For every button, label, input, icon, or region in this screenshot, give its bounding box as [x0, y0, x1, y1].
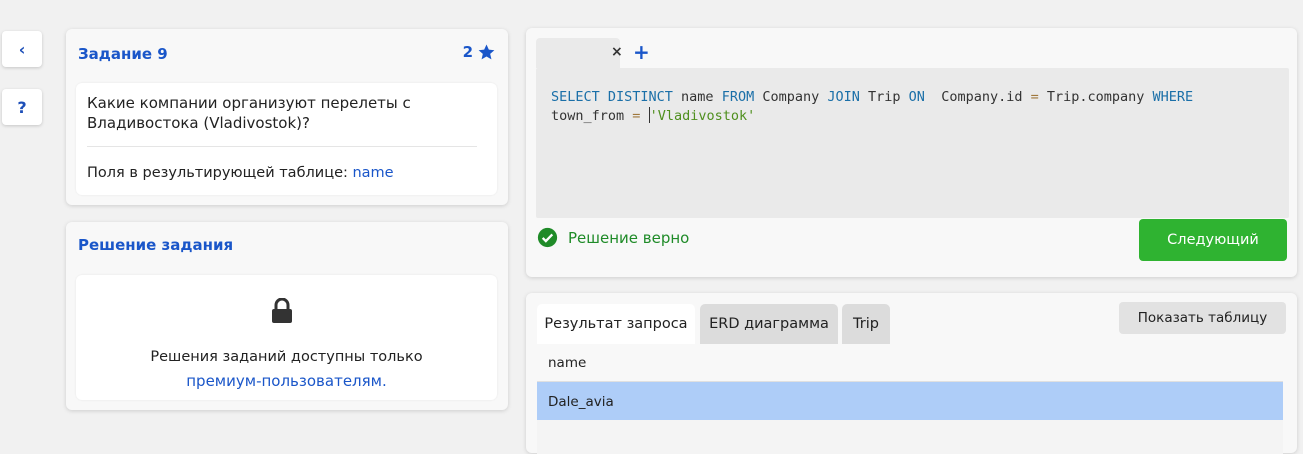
next-button[interactable]: Следующий [1139, 219, 1287, 261]
code-token: WHERE [1152, 89, 1194, 105]
result-fields: Поля в результирующей таблице: name [87, 165, 394, 181]
solution-title: Решение задания [78, 236, 234, 254]
code-token: JOIN [827, 89, 860, 105]
rating-value: 2 [462, 43, 473, 61]
code-token: FROM [721, 89, 755, 105]
result-table: name Dale_avia [537, 344, 1283, 454]
chevron-left-icon: ‹ [18, 39, 26, 59]
editor-tab[interactable]: × [536, 38, 623, 68]
code-token: = [1030, 89, 1039, 105]
code-token: Trip.company [1038, 89, 1153, 105]
premium-link[interactable]: премиум-пользователям. [76, 369, 497, 393]
tab-erd-diagram[interactable]: ERD диаграмма [700, 304, 838, 344]
sql-editor[interactable]: SELECT DISTINCT name FROM Company JOIN T… [536, 68, 1289, 218]
editor-card: × + SELECT DISTINCT name FROM Company JO… [526, 28, 1297, 277]
solution-status: Решение верно [537, 227, 689, 248]
task-card: Задание 9 2 Какие компании организуют пе… [66, 29, 508, 205]
fields-value: name [352, 165, 394, 181]
star-icon [478, 44, 495, 60]
show-table-button[interactable]: Показать таблицу [1119, 302, 1286, 334]
task-question-box: Какие компании организуют перелеты с Вла… [76, 83, 497, 195]
results-card: Результат запроса ERD диаграмма Trip Пок… [526, 293, 1297, 454]
locked-solution-box: Решения заданий доступны только премиум-… [76, 275, 497, 400]
table-row[interactable]: Dale_avia [537, 382, 1283, 420]
status-text: Решение верно [568, 228, 690, 247]
back-button[interactable]: ‹ [2, 31, 42, 67]
table-header: name [537, 344, 1283, 382]
table-cell: Dale_avia [548, 394, 614, 410]
code-token: Company.id [924, 89, 1031, 105]
tab-trip[interactable]: Trip [842, 304, 890, 344]
fields-label: Поля в результирующей таблице: [87, 165, 348, 181]
question-icon: ? [17, 97, 27, 117]
tab-query-result[interactable]: Результат запроса [537, 304, 695, 344]
divider [87, 146, 477, 147]
task-rating: 2 [463, 43, 496, 61]
code-token: name [672, 89, 722, 105]
close-tab-icon[interactable]: × [611, 44, 623, 60]
locked-text: Решения заданий доступны только [150, 349, 423, 365]
code-token: SELECT DISTINCT [551, 89, 673, 105]
code-token: ON [908, 89, 925, 105]
code-token: town_from [551, 108, 633, 124]
code-token: 'Vladivostok' [649, 108, 756, 124]
code-line-1: SELECT DISTINCT name FROM Company JOIN T… [551, 88, 1193, 107]
check-circle-icon [537, 227, 558, 248]
task-title: Задание 9 [78, 45, 168, 63]
code-token: Company [754, 89, 828, 105]
locked-message: Решения заданий доступны только премиум-… [76, 345, 497, 393]
code-token: Trip [859, 89, 909, 105]
code-line-2: town_from = 'Vladivostok' [551, 107, 755, 126]
lock-icon [272, 298, 292, 323]
solution-card: Решение задания Решения заданий доступны… [66, 222, 508, 410]
add-tab-icon[interactable]: + [633, 40, 650, 64]
help-button[interactable]: ? [2, 89, 42, 125]
task-question: Какие компании организуют перелеты с Вла… [87, 94, 411, 132]
column-header: name [548, 355, 587, 371]
